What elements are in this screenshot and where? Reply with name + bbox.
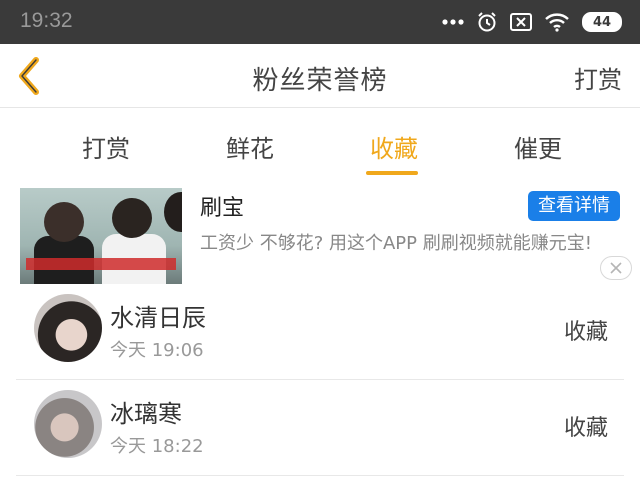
ad-banner[interactable]: 刷宝 查看详情 工资少 不够花? 用这个APP 刷刷视频就能赚元宝! bbox=[0, 180, 640, 284]
top-bar: 粉丝荣誉榜 打赏 bbox=[0, 44, 640, 108]
list-item[interactable]: 冰璃寒 今天 18:22 收藏 bbox=[16, 380, 624, 476]
user-name: 水清日辰 bbox=[110, 304, 206, 332]
action-label: 收藏 bbox=[563, 416, 608, 441]
more-dots-icon bbox=[442, 18, 464, 26]
tab-reward[interactable]: 打赏 bbox=[78, 129, 134, 164]
avatar bbox=[34, 294, 102, 362]
avatar bbox=[34, 390, 102, 458]
wifi-icon bbox=[544, 12, 570, 32]
battery-icon: 44 bbox=[582, 12, 622, 32]
tab-urge-update[interactable]: 催更 bbox=[510, 129, 566, 164]
status-icons: 44 bbox=[442, 10, 622, 34]
item-time: 今天 19:06 bbox=[110, 340, 204, 361]
alarm-clock-icon bbox=[476, 11, 498, 33]
ad-close-button[interactable] bbox=[600, 256, 632, 280]
active-tab-indicator bbox=[366, 171, 418, 175]
status-time: 19:32 bbox=[20, 9, 73, 32]
action-label: 收藏 bbox=[563, 320, 608, 345]
page-title: 粉丝荣誉榜 bbox=[252, 66, 388, 96]
sim-none-icon bbox=[510, 13, 532, 31]
view-details-button[interactable]: 查看详情 bbox=[528, 191, 620, 221]
status-bar: 19:32 44 bbox=[0, 0, 640, 44]
user-name: 冰璃寒 bbox=[110, 400, 182, 428]
ad-thumbnail bbox=[20, 188, 182, 284]
tab-flowers[interactable]: 鲜花 bbox=[222, 129, 278, 164]
item-time: 今天 18:22 bbox=[110, 436, 204, 457]
battery-level: 44 bbox=[592, 14, 612, 30]
list-item[interactable]: 水清日辰 今天 19:06 收藏 bbox=[16, 284, 624, 380]
tab-bar: 打赏 鲜花 收藏 催更 bbox=[0, 109, 640, 179]
tab-favorites[interactable]: 收藏 bbox=[366, 129, 422, 164]
ad-title: 刷宝 bbox=[200, 196, 245, 221]
reward-button[interactable]: 打赏 bbox=[574, 60, 622, 95]
close-icon bbox=[610, 262, 622, 274]
ad-description: 工资少 不够花? 用这个APP 刷刷视频就能赚元宝! bbox=[200, 233, 592, 254]
